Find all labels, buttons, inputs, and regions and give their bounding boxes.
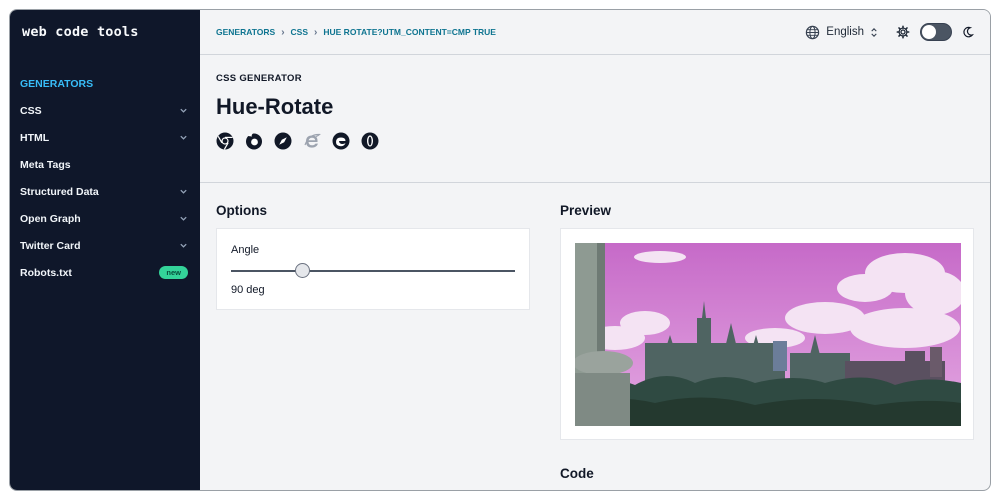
sidebar-nav: GENERATORS CSS HTML Meta Tags Structured… (10, 70, 200, 286)
slider-track[interactable] (231, 270, 515, 272)
updown-icon (870, 27, 878, 38)
sidebar-item-robots[interactable]: Robots.txt new (10, 259, 200, 286)
sidebar-item-label: Meta Tags (20, 158, 71, 171)
page-header: CSS GENERATOR Hue-Rotate (200, 55, 990, 183)
chevron-down-icon (178, 241, 188, 251)
edge-icon (332, 132, 350, 150)
options-card: Angle 90 deg (216, 228, 530, 310)
chrome-icon (216, 132, 234, 150)
slider-thumb[interactable] (294, 263, 310, 278)
code-title: Code (560, 466, 594, 481)
preview-title: Preview (560, 203, 612, 218)
chevron-right-icon: › (314, 26, 318, 38)
chevron-down-icon (178, 214, 188, 224)
sidebar-item-label: Open Graph (20, 212, 81, 225)
options-title: Options (216, 203, 267, 218)
sidebar-item-html[interactable]: HTML (10, 124, 200, 151)
angle-value: 90 deg (231, 284, 265, 296)
angle-label: Angle (231, 244, 260, 256)
sidebar-item-structured-data[interactable]: Structured Data (10, 178, 200, 205)
chevron-down-icon (178, 133, 188, 143)
preview-column: Preview Code (560, 203, 974, 481)
chevron-right-icon: › (281, 26, 285, 38)
opera-icon (361, 132, 379, 150)
sidebar-item-label: Twitter Card (20, 239, 81, 252)
page-title: Hue-Rotate (216, 94, 334, 119)
sidebar-item-meta-tags[interactable]: Meta Tags (10, 151, 200, 178)
breadcrumb-item[interactable]: GENERATORS (216, 27, 275, 37)
breadcrumb-item[interactable]: CSS (291, 27, 308, 37)
breadcrumb: GENERATORS › CSS › HUE ROTATE?UTM_CONTEN… (216, 27, 496, 38)
generator-body: Options Angle 90 deg Preview Code (200, 183, 990, 490)
sidebar: web code tools GENERATORS CSS HTML Meta … (10, 10, 200, 490)
toggle-knob (922, 25, 936, 39)
app-window: web code tools GENERATORS CSS HTML Meta … (9, 9, 991, 491)
page-eyebrow: CSS GENERATOR (216, 73, 302, 84)
top-bar: GENERATORS › CSS › HUE ROTATE?UTM_CONTEN… (200, 10, 990, 55)
sidebar-item-label: CSS (20, 104, 42, 117)
sidebar-item-label: Structured Data (20, 185, 99, 198)
sidebar-item-label: GENERATORS (20, 77, 94, 90)
top-controls: English (805, 23, 974, 41)
sidebar-item-generators[interactable]: GENERATORS (10, 70, 200, 97)
preview-image (575, 243, 961, 426)
browser-support (216, 132, 974, 150)
site-logo[interactable]: web code tools (22, 24, 139, 40)
gear-icon[interactable] (896, 25, 910, 39)
language-label: English (826, 26, 864, 38)
options-column: Options Angle 90 deg (216, 203, 530, 481)
sidebar-item-label: Robots.txt (20, 266, 72, 279)
new-badge: new (159, 265, 188, 280)
firefox-icon (245, 132, 263, 150)
language-select[interactable]: English (805, 25, 878, 40)
angle-slider[interactable] (231, 262, 515, 280)
chevron-down-icon (178, 187, 188, 197)
safari-icon (274, 132, 292, 150)
preview-card (560, 228, 974, 440)
sidebar-item-twitter-card[interactable]: Twitter Card (10, 232, 200, 259)
ie-icon (303, 132, 321, 150)
sidebar-item-label: HTML (20, 131, 50, 144)
main-content: GENERATORS › CSS › HUE ROTATE?UTM_CONTEN… (200, 10, 990, 490)
breadcrumb-item[interactable]: HUE ROTATE?UTM_CONTENT=CMP TRUE (323, 27, 496, 37)
globe-icon (805, 25, 820, 40)
sidebar-item-open-graph[interactable]: Open Graph (10, 205, 200, 232)
theme-toggle[interactable] (920, 23, 952, 41)
moon-icon (962, 26, 974, 38)
sidebar-item-css[interactable]: CSS (10, 97, 200, 124)
chevron-down-icon (178, 106, 188, 116)
